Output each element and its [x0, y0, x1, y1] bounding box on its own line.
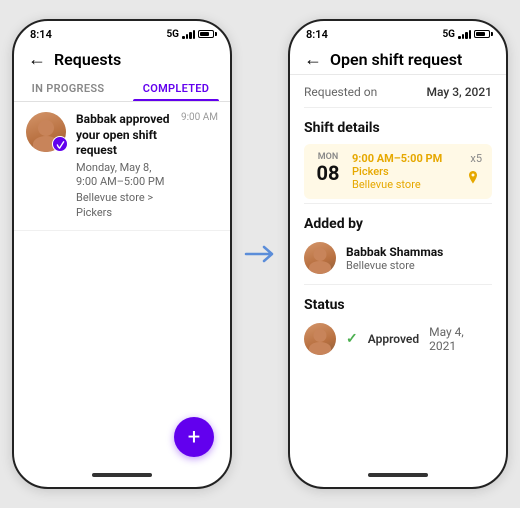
notif-content: Babbak approved your open shift request …: [76, 112, 171, 220]
added-by-avatar: [304, 242, 336, 274]
page-title-1: Requests: [54, 50, 121, 69]
added-by-title: Added by: [290, 208, 506, 236]
requested-on-value: May 3, 2021: [426, 85, 492, 99]
status-text: Approved: [368, 332, 419, 346]
requested-on-row: Requested on May 3, 2021: [290, 75, 506, 103]
home-bar-1: [92, 473, 152, 477]
battery-icon-1: [198, 30, 214, 38]
added-by-name: Babbak Shammas: [346, 245, 443, 259]
notif-store: Bellevue store > Pickers: [76, 191, 171, 220]
detail-content: Requested on May 3, 2021 Shift details M…: [290, 75, 506, 487]
notif-title: Babbak approved your open shift request: [76, 112, 171, 159]
shift-card: MON 08 9:00 AM–5:00 PM Pickers Bellevue …: [304, 144, 492, 199]
tab-in-progress[interactable]: IN PROGRESS: [14, 74, 122, 101]
requested-on-label: Requested on: [304, 85, 377, 99]
status-title: Status: [290, 289, 506, 317]
divider-1: [304, 107, 492, 108]
shift-day-number: 08: [317, 162, 340, 184]
shift-role: Pickers: [352, 165, 454, 178]
notification-item[interactable]: Babbak approved your open shift request …: [14, 102, 230, 231]
status-check-icon: ✓: [346, 331, 358, 347]
time-2: 8:14: [306, 28, 328, 41]
avatar-wrap: [26, 112, 66, 152]
back-button-2[interactable]: ←: [304, 49, 322, 70]
network-label-1: 5G: [166, 29, 179, 40]
status-avatar: [304, 323, 336, 355]
phone-1: 8:14 5G ← Requests IN PROGRESS COMPLETED: [12, 19, 232, 489]
signal-icon-2: [458, 29, 471, 39]
tab-completed[interactable]: COMPLETED: [122, 74, 230, 101]
notif-subtitle: Monday, May 8, 9:00 AM–5:00 PM: [76, 161, 171, 190]
transition-arrow: [244, 244, 276, 264]
status-date: May 4, 2021: [429, 325, 492, 353]
shift-count: x5: [470, 152, 482, 165]
divider-3: [304, 284, 492, 285]
shift-store: Bellevue store: [352, 178, 454, 191]
shift-meta: x5: [464, 152, 482, 187]
avatar-badge-icon: [52, 136, 68, 152]
phone-2: 8:14 5G ← Open shift request Requested o…: [288, 19, 508, 489]
shift-date-col: MON 08: [314, 152, 342, 184]
detail-nav: ← Open shift request: [290, 43, 506, 75]
shift-info: 9:00 AM–5:00 PM Pickers Bellevue store: [352, 152, 454, 191]
page-title-2: Open shift request: [330, 50, 462, 69]
notif-time: 9:00 AM: [181, 112, 218, 123]
added-by-info: Babbak Shammas Bellevue store: [346, 245, 443, 272]
shift-details-title: Shift details: [290, 112, 506, 140]
time-1: 8:14: [30, 28, 52, 41]
top-nav-1: ← Requests: [14, 43, 230, 74]
location-icon: [464, 169, 482, 187]
added-by-row: Babbak Shammas Bellevue store: [290, 236, 506, 280]
added-by-store: Bellevue store: [346, 259, 443, 272]
status-icons-2: 5G: [442, 29, 490, 40]
battery-icon-2: [474, 30, 490, 38]
network-label-2: 5G: [442, 29, 455, 40]
status-bar-2: 8:14 5G: [290, 21, 506, 43]
status-bar-1: 8:14 5G: [14, 21, 230, 43]
shift-time: 9:00 AM–5:00 PM: [352, 152, 454, 165]
home-bar-2: [368, 473, 428, 477]
tabs-row-1: IN PROGRESS COMPLETED: [14, 74, 230, 102]
back-button-1[interactable]: ←: [28, 49, 46, 70]
divider-2: [304, 203, 492, 204]
signal-icon-1: [182, 29, 195, 39]
fab-button[interactable]: +: [174, 417, 214, 457]
status-row: ✓ Approved May 4, 2021: [290, 317, 506, 361]
status-icons-1: 5G: [166, 29, 214, 40]
